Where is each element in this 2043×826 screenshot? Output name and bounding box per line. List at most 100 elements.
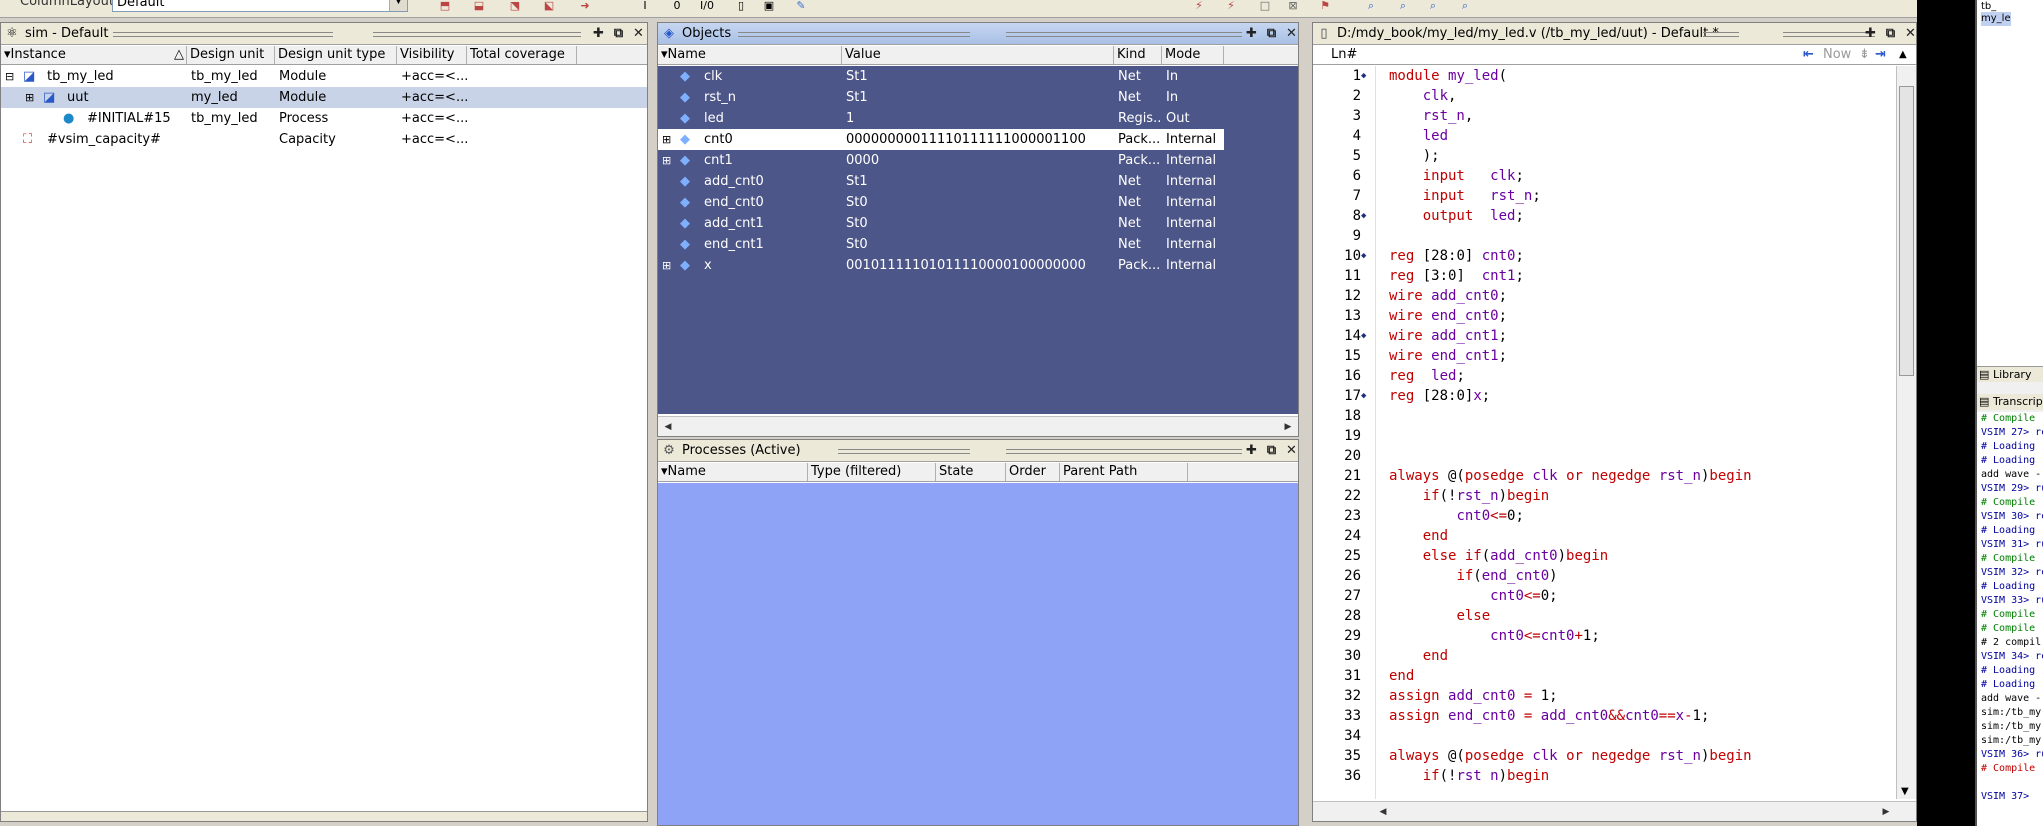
one-icon[interactable]: 0 <box>668 0 686 14</box>
code-line[interactable]: 31 end <box>1313 666 1896 686</box>
add-wave-icon[interactable]: ⬒ <box>436 0 454 14</box>
drag-grip[interactable] <box>113 32 333 37</box>
tree-row[interactable]: ⊟ ◪ tb_my_led tb_my_led Module +acc=<... <box>1 66 647 87</box>
col-kind[interactable]: Kind <box>1114 46 1162 64</box>
breakpoint-marker-icon[interactable]: ◆ <box>1361 326 1373 346</box>
col-total-coverage[interactable]: Total coverage <box>467 46 577 64</box>
drag-grip[interactable] <box>838 449 970 454</box>
code-line[interactable]: 20 <box>1313 446 1896 466</box>
sim-bottom-tabs[interactable] <box>1 811 647 821</box>
expand-icon[interactable]: ⊞ <box>662 255 676 276</box>
code-line[interactable]: 11 reg [3:0] cnt1; <box>1313 266 1896 286</box>
sim-panel-titlebar[interactable]: ⚛ sim - Default ✚ ⧉ ✕ <box>1 23 647 45</box>
break-icon[interactable]: ⊠ <box>1284 0 1302 14</box>
scroll-down-icon[interactable]: ▼ <box>1901 786 1909 797</box>
step-over-icon[interactable]: ⚡ <box>1222 0 1240 14</box>
col-proc-name[interactable]: ▾Name <box>658 463 808 481</box>
code-line[interactable]: 33 assign end_cnt0 = add_cnt0&&cnt0==x-1; <box>1313 706 1896 726</box>
close-icon[interactable]: ✕ <box>1284 26 1298 41</box>
undock-icon[interactable]: ⧉ <box>1264 26 1279 41</box>
zoom-cursor-icon[interactable]: ⌕ <box>1456 0 1474 14</box>
object-row[interactable]: ◆ end_cnt0 St0 Net Internal <box>658 192 1298 213</box>
object-row[interactable]: ◆ led 1 Regis... Out <box>658 108 1298 129</box>
drag-grip[interactable] <box>1006 449 1242 454</box>
code-line[interactable]: 36 if(!rst n)begin <box>1313 766 1896 786</box>
col-instance[interactable]: ▾Instance △ <box>1 46 187 64</box>
forward-icon[interactable]: ➜ <box>576 0 594 14</box>
expand-icon[interactable]: ⊞ <box>25 87 39 108</box>
code-line[interactable]: 3 rst_n, <box>1313 106 1896 126</box>
add-dataflow-icon[interactable]: ⬕ <box>540 0 558 14</box>
scroll-thumb[interactable] <box>1899 86 1914 376</box>
object-row[interactable]: ◆ add_cnt1 St0 Net Internal <box>658 213 1298 234</box>
source-hscroll[interactable]: ◀ ▶ <box>1313 801 1916 821</box>
drag-grip[interactable] <box>1703 32 1739 37</box>
drag-grip[interactable] <box>738 32 970 37</box>
code-line[interactable]: 2 clk, <box>1313 86 1896 106</box>
breakpoint-marker-icon[interactable]: ◆ <box>1361 66 1373 86</box>
source-panel-titlebar[interactable]: ▯ D:/mdy_book/my_led/my_led.v (/tb_my_le… <box>1313 23 1916 45</box>
code-line[interactable]: 26 if(end_cnt0) <box>1313 566 1896 586</box>
close-icon[interactable]: ✕ <box>631 26 646 41</box>
code-line[interactable]: 4 led <box>1313 126 1896 146</box>
col-design-unit-type[interactable]: Design unit type <box>275 46 397 64</box>
col-name[interactable]: ▾Name <box>658 46 842 64</box>
zoom-full-icon[interactable]: ⌕ <box>1424 0 1442 14</box>
col-visibility[interactable]: Visibility <box>397 46 467 64</box>
scroll-left-icon[interactable]: ◀ <box>1375 804 1391 820</box>
expand-icon[interactable]: ⊞ <box>662 150 676 171</box>
code-line[interactable]: 10 ◆ reg [28:0] cnt0; <box>1313 246 1896 266</box>
add-log-icon[interactable]: ⬔ <box>506 0 524 14</box>
breakpoint-marker-icon[interactable]: ◆ <box>1361 206 1373 226</box>
breakpoint-marker-icon[interactable]: ◆ <box>1361 246 1373 266</box>
zoom-out-icon[interactable]: ⌕ <box>1394 0 1412 14</box>
dock-icon[interactable]: ✚ <box>1244 26 1259 41</box>
tree-row[interactable]: ● #INITIAL#15 tb_my_led Process +acc=<... <box>1 108 647 129</box>
step-icon[interactable]: ⚡ <box>1190 0 1208 14</box>
dock-icon[interactable]: ✚ <box>591 26 606 41</box>
drag-grip[interactable] <box>1783 32 1875 37</box>
col-design-unit[interactable]: Design unit <box>187 46 275 64</box>
code-line[interactable]: 24 end <box>1313 526 1896 546</box>
scroll-up-icon[interactable]: ▲ <box>1899 46 1907 64</box>
tree-item[interactable]: my_le <box>1981 12 2011 26</box>
undock-icon[interactable]: ⧉ <box>611 26 626 41</box>
code-line[interactable]: 29 cnt0<=cnt0+1; <box>1313 626 1896 646</box>
scroll-left-icon[interactable]: ◀ <box>660 419 676 435</box>
go-forward-icon[interactable]: ⇥ <box>1875 46 1886 64</box>
col-value[interactable]: Value <box>842 46 1114 64</box>
code-line[interactable]: 16 reg led; <box>1313 366 1896 386</box>
close-icon[interactable]: ✕ <box>1284 443 1298 458</box>
zoom-in-icon[interactable]: ⌕ <box>1362 0 1380 14</box>
code-line[interactable]: 34 <box>1313 726 1896 746</box>
object-row[interactable]: ◆ end_cnt1 St0 Net Internal <box>658 234 1298 255</box>
scroll-right-icon[interactable]: ▶ <box>1878 804 1894 820</box>
add-list-icon[interactable]: ⬓ <box>470 0 488 14</box>
object-row[interactable]: ⊞ ◆ cnt1 0000 Pack... Internal <box>658 150 1298 171</box>
go-back-icon[interactable]: ⇤ <box>1803 46 1814 64</box>
code-line[interactable]: 32 assign add_cnt0 = 1; <box>1313 686 1896 706</box>
drag-grip[interactable] <box>373 32 581 37</box>
undock-icon[interactable]: ⧉ <box>1883 26 1898 41</box>
code-line[interactable]: 17 ◆ reg [28:0]x; <box>1313 386 1896 406</box>
code-line[interactable]: 18 <box>1313 406 1896 426</box>
tree-row[interactable]: ⊞ ◪ uut my_led Module +acc=<... <box>1 87 647 108</box>
code-line[interactable]: 1 ◆ module my_led( <box>1313 66 1896 86</box>
col-type-filtered[interactable]: Type (filtered) <box>808 463 936 481</box>
object-row[interactable]: ◆ add_cnt0 St1 Net Internal <box>658 171 1298 192</box>
chevron-down-icon[interactable]: ▼ <box>389 0 407 11</box>
code-line[interactable]: 35 always @(posedge clk or negedge rst_n)… <box>1313 746 1896 766</box>
code-line[interactable]: 9 <box>1313 226 1896 246</box>
stop-icon[interactable]: □ <box>1256 0 1274 14</box>
objects-panel-titlebar[interactable]: ◈ Objects ✚ ⧉ ✕ <box>658 23 1298 45</box>
library-tab[interactable]: ▤ Library <box>1977 366 2043 382</box>
restart-icon[interactable]: ⚑ <box>1316 0 1334 14</box>
dock-icon[interactable]: ✚ <box>1244 443 1259 458</box>
expand-icon[interactable]: ⊞ <box>662 129 676 150</box>
object-row[interactable]: ◆ clk St1 Net In <box>658 66 1298 87</box>
now-step-icon[interactable]: ⇟ <box>1859 46 1870 64</box>
code-line[interactable]: 12 wire add_cnt0; <box>1313 286 1896 306</box>
code-line[interactable]: 19 <box>1313 426 1896 446</box>
object-row[interactable]: ⊞ ◆ cnt0 00000000011110111111000001100 Pack.… <box>658 129 1224 150</box>
transcript-console[interactable]: # Compile VSIM 27> re # Loading # Loading ad… <box>1977 412 2043 826</box>
